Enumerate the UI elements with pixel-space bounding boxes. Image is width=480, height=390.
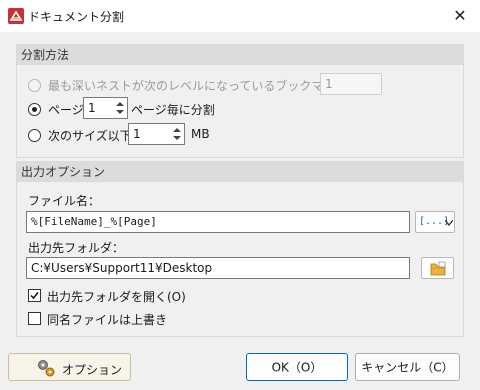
pages-value: 1 xyxy=(88,101,96,115)
filename-input[interactable]: %[FileName]_%[Page] xyxy=(26,211,410,233)
checkmark-icon xyxy=(30,292,39,300)
radio-selected-dot xyxy=(32,107,37,112)
cancel-button[interactable]: キャンセル（C） xyxy=(355,353,460,381)
close-icon[interactable]: ✕ xyxy=(450,6,470,26)
output-folder-input[interactable]: C:¥Users¥Support11¥Desktop xyxy=(26,257,410,279)
bookmark-level-stepper[interactable]: 1 xyxy=(320,73,382,95)
radio-size[interactable] xyxy=(28,129,41,142)
radio-size-label: 次のサイズ以下: xyxy=(48,129,136,143)
chevron-down-icon xyxy=(445,220,453,226)
split-document-dialog: ドキュメント分割 ✕ 分割方法 最も深いネストが次のレベルになっているブックマー… xyxy=(0,0,480,390)
open-folder-label: 出力先フォルダを開く(O) xyxy=(47,290,186,304)
open-folder-checkbox[interactable] xyxy=(28,289,41,302)
output-folder-value: C:¥Users¥Support11¥Desktop xyxy=(31,261,213,275)
pages-suffix-label: ページ毎に分割 xyxy=(131,103,215,117)
stepper-arrows xyxy=(114,99,126,117)
radio-bookmark[interactable] xyxy=(28,79,41,92)
size-stepper[interactable]: 1 xyxy=(128,123,185,145)
window-title: ドキュメント分割 xyxy=(28,10,125,24)
size-unit-label: MB xyxy=(191,127,210,141)
split-method-heading: 分割方法 xyxy=(17,45,463,65)
output-options-heading: 出力オプション xyxy=(17,162,463,182)
filename-label: ファイル名： xyxy=(28,194,101,208)
browse-folder-button[interactable] xyxy=(421,257,454,279)
radio-pages[interactable] xyxy=(28,103,41,116)
cancel-button-label: キャンセル（C） xyxy=(361,360,454,375)
ok-button[interactable]: OK（O） xyxy=(246,353,348,381)
pages-stepper[interactable]: 1 xyxy=(83,97,128,119)
title-bar: ドキュメント分割 ✕ xyxy=(0,0,480,32)
app-logo-icon xyxy=(8,8,24,24)
spin-down-icon[interactable] xyxy=(173,136,181,140)
options-button-label: オプション xyxy=(62,363,123,377)
gears-icon xyxy=(38,360,55,377)
filename-value: %[FileName]_%[Page] xyxy=(31,215,157,228)
options-button[interactable]: オプション xyxy=(8,353,131,381)
stepper-arrows xyxy=(171,125,183,143)
macro-insert-button[interactable]: [...] xyxy=(415,211,455,233)
overwrite-checkbox[interactable] xyxy=(28,312,41,325)
spin-up-icon[interactable] xyxy=(116,102,124,106)
browse-folder-icon xyxy=(430,261,446,276)
spin-up-icon[interactable] xyxy=(173,128,181,132)
radio-pages-label: ページ: xyxy=(48,103,88,117)
spin-down-icon[interactable] xyxy=(116,110,124,114)
size-value: 1 xyxy=(133,127,141,141)
overwrite-label: 同名ファイルは上書き xyxy=(47,313,168,327)
output-folder-label: 出力先フォルダ： xyxy=(28,241,125,255)
ok-button-label: OK（O） xyxy=(271,360,323,375)
bookmark-level-value: 1 xyxy=(325,77,333,91)
